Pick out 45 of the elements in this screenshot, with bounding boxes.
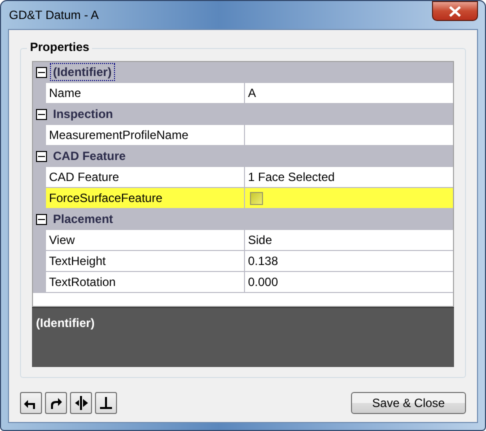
description-title: (Identifier) bbox=[36, 316, 95, 330]
close-button[interactable] bbox=[432, 1, 478, 21]
category-row[interactable]: (Identifier) bbox=[33, 62, 453, 83]
category-row[interactable]: Placement bbox=[33, 209, 453, 230]
category-row[interactable]: Inspection bbox=[33, 104, 453, 125]
window-title: GD&T Datum - A bbox=[8, 8, 99, 22]
property-value[interactable]: 0.138 bbox=[245, 251, 453, 271]
property-name: TextRotation bbox=[46, 272, 245, 292]
perpendicular-icon bbox=[98, 395, 114, 411]
flip-icon bbox=[73, 395, 89, 411]
collapse-icon[interactable] bbox=[36, 150, 47, 162]
property-value[interactable]: 1 Face Selected bbox=[245, 167, 453, 187]
perpendicular-button[interactable] bbox=[95, 392, 117, 414]
close-icon bbox=[449, 6, 461, 16]
property-row[interactable]: MeasurementProfileName bbox=[46, 125, 453, 146]
property-name: ForceSurfaceFeature bbox=[46, 188, 245, 208]
property-name: MeasurementProfileName bbox=[46, 125, 245, 145]
property-name: CAD Feature bbox=[46, 167, 245, 187]
property-name: TextHeight bbox=[46, 251, 245, 271]
category-name: CAD Feature bbox=[52, 148, 127, 165]
property-value[interactable]: 0.000 bbox=[245, 272, 453, 292]
redo-button[interactable] bbox=[45, 392, 67, 414]
category-row[interactable]: CAD Feature bbox=[33, 146, 453, 167]
category-name: Placement bbox=[52, 211, 114, 228]
property-row[interactable]: ForceSurfaceFeature bbox=[46, 188, 453, 209]
group-title: Properties bbox=[27, 40, 92, 54]
category-name: Inspection bbox=[52, 106, 114, 123]
property-row[interactable]: CAD Feature 1 Face Selected bbox=[46, 167, 453, 188]
redo-icon bbox=[48, 395, 64, 411]
property-row[interactable]: TextHeight 0.138 bbox=[46, 251, 453, 272]
property-row[interactable]: Name A bbox=[46, 83, 453, 104]
property-row[interactable]: View Side bbox=[46, 230, 453, 251]
undo-button[interactable] bbox=[20, 392, 42, 414]
flip-button[interactable] bbox=[70, 392, 92, 414]
category-name: (Identifier) bbox=[50, 63, 115, 81]
property-name: View bbox=[46, 230, 245, 250]
property-value[interactable]: Side bbox=[245, 230, 453, 250]
collapse-icon[interactable] bbox=[36, 108, 47, 120]
property-value[interactable]: A bbox=[245, 83, 453, 103]
property-row[interactable]: TextRotation 0.000 bbox=[46, 272, 453, 293]
checkbox[interactable] bbox=[250, 192, 263, 204]
save-close-button[interactable]: Save & Close bbox=[351, 392, 466, 414]
collapse-icon[interactable] bbox=[36, 66, 47, 78]
collapse-icon[interactable] bbox=[36, 214, 47, 224]
property-name: Name bbox=[46, 83, 245, 103]
